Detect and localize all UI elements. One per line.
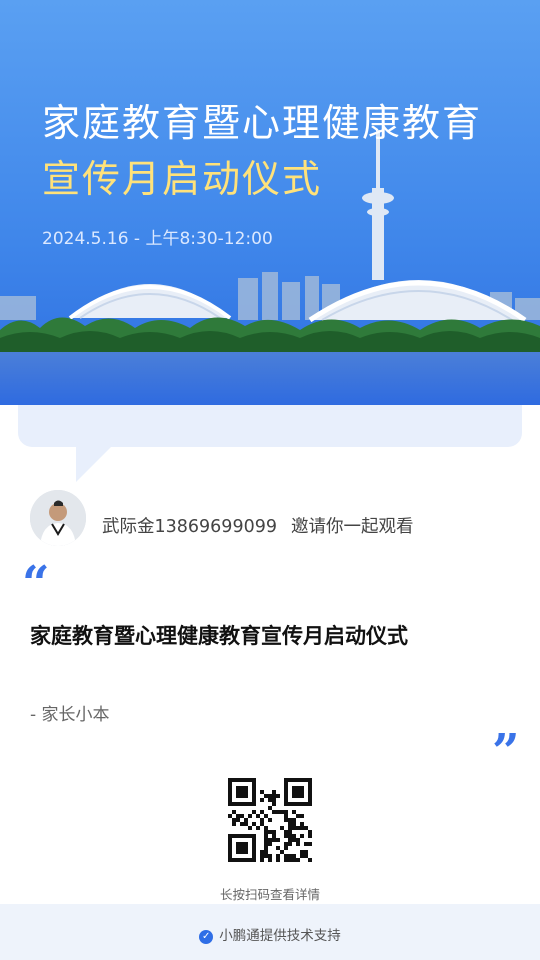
- banner-title-line1: 家庭教育暨心理健康教育: [42, 101, 483, 145]
- invite-text: 邀请你一起观看: [290, 517, 414, 537]
- inviter-name-phone: 武际金13869699099: [102, 517, 277, 537]
- avatar: [30, 490, 86, 546]
- qr-hint: 长按扫码查看详情: [219, 887, 320, 902]
- tech-support-line: ✓ 小鹏通提供技术支持: [0, 924, 540, 944]
- banner-title-line2: 宣传月启动仪式: [42, 157, 323, 201]
- quote-author: - 家长小本: [30, 705, 110, 725]
- qr-code-icon: [228, 778, 312, 862]
- tech-support-text: 小鹏通提供技术支持: [219, 928, 341, 944]
- inviter-line: 武际金13869699099 邀请你一起观看: [102, 513, 413, 538]
- avatar-person-icon: [30, 490, 86, 546]
- event-title: 家庭教育暨心理健康教育宣传月启动仪式: [30, 624, 408, 648]
- event-banner: 家庭教育暨心理健康教育 宣传月启动仪式 2024.5.16 - 上午8:30-1…: [0, 0, 540, 405]
- banner-datetime: 2024.5.16 - 上午8:30-12:00: [42, 229, 273, 249]
- speech-bubble: [18, 405, 522, 447]
- verified-check-icon: ✓: [199, 930, 214, 944]
- close-quote-icon: ”: [492, 724, 520, 780]
- open-quote-icon: “: [22, 556, 50, 612]
- qr-code[interactable]: [228, 778, 312, 862]
- speech-bubble-tail: [76, 446, 112, 482]
- share-card: 家庭教育暨心理健康教育 宣传月启动仪式 2024.5.16 - 上午8:30-1…: [0, 0, 540, 960]
